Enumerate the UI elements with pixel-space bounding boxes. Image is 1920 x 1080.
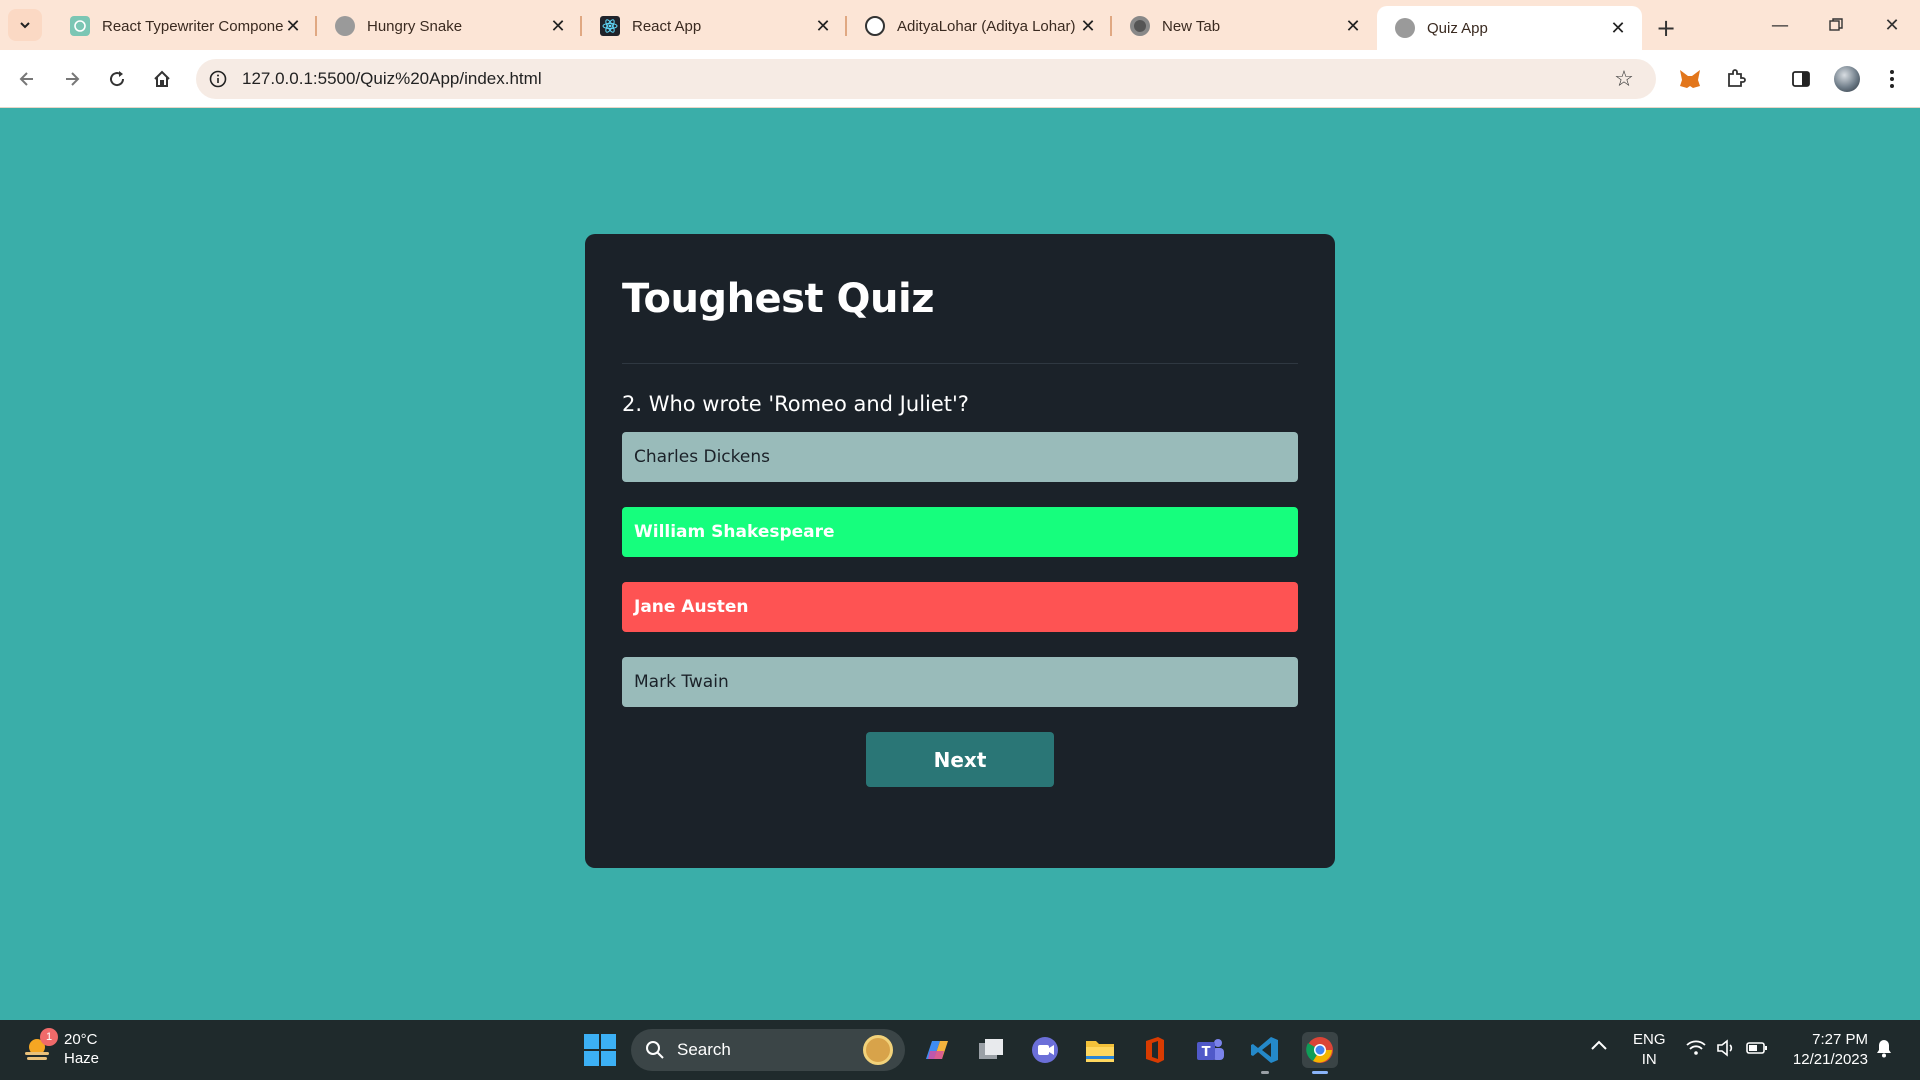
react-typewriter-favicon-icon — [70, 16, 90, 36]
browser-toolbar: 127.0.0.1:5500/Quiz%20App/index.html ☆ — [0, 50, 1920, 108]
answer-button-wrong[interactable]: Jane Austen — [622, 582, 1298, 632]
back-arrow-icon[interactable] — [9, 61, 45, 97]
answer-button[interactable]: Charles Dickens — [622, 432, 1298, 482]
reload-icon[interactable] — [99, 61, 135, 97]
tab-react-app[interactable]: React App ✕ — [582, 6, 847, 46]
notification-bell-icon[interactable] — [1875, 1038, 1893, 1063]
tab-title: Quiz App — [1427, 19, 1488, 37]
github-icon — [865, 16, 885, 36]
search-highlight-icon — [863, 1035, 893, 1065]
tab-strip: React Typewriter Compone ✕ Hungry Snake … — [0, 0, 1920, 50]
home-icon[interactable] — [144, 61, 180, 97]
vscode-icon[interactable] — [1247, 1032, 1283, 1074]
tab-react-typewriter[interactable]: React Typewriter Compone ✕ — [52, 6, 317, 46]
weather-haze-icon: 1 — [22, 1028, 58, 1064]
windows-start-icon[interactable] — [582, 1032, 618, 1068]
weather-condition: Haze — [64, 1050, 100, 1067]
chevron-down-icon — [20, 22, 30, 29]
new-tab-button[interactable]: + — [1648, 10, 1684, 46]
windows-taskbar: 1 20°C Haze Search T ENG IN 7:27 PM 12/2… — [0, 1020, 1920, 1080]
teams-chat-icon[interactable] — [1027, 1032, 1063, 1068]
close-tab-icon[interactable]: ✕ — [1078, 16, 1098, 36]
chrome-icon — [1130, 16, 1150, 36]
battery-icon[interactable] — [1746, 1041, 1768, 1060]
tab-list: React Typewriter Compone ✕ Hungry Snake … — [52, 6, 1684, 50]
quiz-title: Toughest Quiz — [622, 276, 935, 322]
chrome-taskbar-icon[interactable] — [1302, 1032, 1338, 1074]
language-code: ENG — [1633, 1031, 1666, 1048]
quiz-card: Toughest Quiz 2. Who wrote 'Romeo and Ju… — [585, 234, 1335, 868]
tab-title: React App — [632, 17, 702, 35]
metamask-extension-icon[interactable] — [1672, 61, 1708, 97]
address-bar[interactable]: 127.0.0.1:5500/Quiz%20App/index.html ☆ — [196, 59, 1656, 99]
language-indicator[interactable]: ENG IN — [1633, 1030, 1666, 1070]
close-tab-icon[interactable]: ✕ — [1608, 18, 1628, 38]
language-region: IN — [1641, 1051, 1657, 1068]
close-tab-icon[interactable]: ✕ — [283, 16, 303, 36]
url-text: 127.0.0.1:5500/Quiz%20App/index.html — [242, 69, 542, 88]
react-favicon-icon — [600, 16, 620, 36]
globe-icon — [335, 16, 355, 36]
office-icon[interactable] — [1137, 1032, 1173, 1068]
wifi-icon[interactable] — [1686, 1040, 1706, 1061]
tab-quiz-app[interactable]: Quiz App ✕ — [1377, 6, 1642, 50]
copilot-icon[interactable] — [919, 1032, 955, 1068]
file-explorer-icon[interactable] — [1082, 1032, 1118, 1068]
browser-menu-icon[interactable] — [1874, 61, 1910, 97]
extensions-puzzle-icon[interactable] — [1718, 61, 1754, 97]
close-window-icon[interactable]: ✕ — [1864, 0, 1920, 50]
weather-widget[interactable]: 1 20°C Haze — [22, 1028, 100, 1068]
tab-hungry-snake[interactable]: Hungry Snake ✕ — [317, 6, 582, 46]
tab-title: React Typewriter Compone — [102, 17, 283, 35]
weather-temperature: 20°C — [64, 1031, 98, 1048]
minimize-icon[interactable]: — — [1752, 0, 1808, 50]
answer-list: Charles Dickens William Shakespeare Jane… — [622, 432, 1298, 707]
volume-icon[interactable] — [1716, 1039, 1736, 1062]
site-info-icon[interactable] — [200, 61, 236, 97]
search-label: Search — [677, 1040, 731, 1059]
tab-title: New Tab — [1162, 17, 1221, 35]
bookmark-star-icon[interactable]: ☆ — [1610, 65, 1638, 93]
search-icon — [646, 1041, 664, 1059]
divider — [622, 363, 1298, 364]
forward-arrow-icon[interactable] — [54, 61, 90, 97]
task-view-icon[interactable] — [973, 1032, 1009, 1068]
profile-avatar[interactable] — [1829, 61, 1865, 97]
svg-text:T: T — [1202, 1045, 1211, 1060]
tab-new-tab[interactable]: New Tab ✕ — [1112, 6, 1377, 46]
restore-icon[interactable] — [1808, 0, 1864, 50]
show-hidden-icons-chevron-icon[interactable] — [1590, 1038, 1608, 1056]
tab-search-button[interactable] — [8, 9, 42, 41]
tab-title: Hungry Snake — [367, 17, 463, 35]
clock-date: 12/21/2023 — [1792, 1051, 1868, 1068]
tab-github-profile[interactable]: AdityaLohar (Aditya Lohar) ✕ — [847, 6, 1112, 46]
close-tab-icon[interactable]: ✕ — [548, 16, 568, 36]
globe-icon — [1395, 18, 1415, 38]
clock-time: 7:27 PM — [1812, 1031, 1868, 1048]
window-controls: — ✕ — [1752, 0, 1920, 50]
next-button[interactable]: Next — [866, 732, 1054, 787]
teams-icon[interactable]: T — [1192, 1032, 1228, 1068]
answer-button[interactable]: Mark Twain — [622, 657, 1298, 707]
question-text: 2. Who wrote 'Romeo and Juliet'? — [622, 392, 969, 416]
tab-title: AdityaLohar (Aditya Lohar) — [897, 17, 1076, 35]
answer-button-correct[interactable]: William Shakespeare — [622, 507, 1298, 557]
system-clock[interactable]: 7:27 PM 12/21/2023 — [1793, 1030, 1868, 1070]
side-panel-icon[interactable] — [1783, 61, 1819, 97]
taskbar-search[interactable]: Search — [631, 1029, 905, 1071]
notification-badge: 1 — [40, 1028, 58, 1046]
close-tab-icon[interactable]: ✕ — [813, 16, 833, 36]
close-tab-icon[interactable]: ✕ — [1343, 16, 1363, 36]
